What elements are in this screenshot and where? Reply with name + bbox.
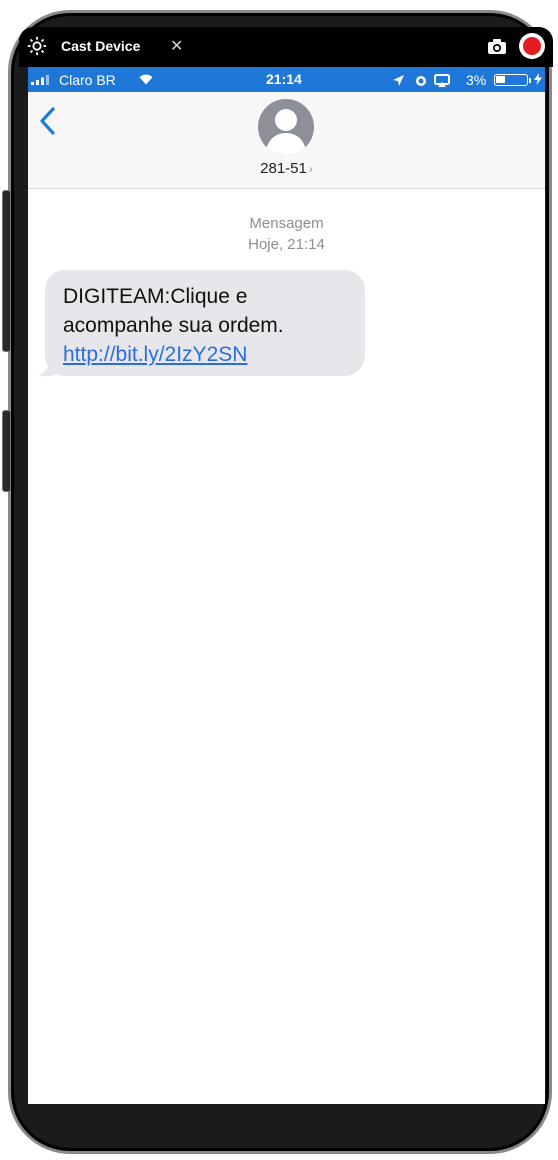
message-link[interactable]: http://bit.ly/2IzY2SN xyxy=(63,340,351,369)
volume-button xyxy=(2,190,11,352)
charging-icon xyxy=(534,73,542,85)
battery-percent: 3% xyxy=(466,72,487,88)
close-icon[interactable]: ✕ xyxy=(170,36,183,56)
status-bar: Claro BR 21:14 3% xyxy=(28,67,545,92)
phone-screen: Claro BR 21:14 3% 281-51 › Mensagem Hoje… xyxy=(28,67,545,1104)
message-text-line: acompanhe sua ordem. xyxy=(63,314,284,337)
power-button xyxy=(2,410,11,492)
signal-icon xyxy=(31,75,49,85)
chevron-right-icon: › xyxy=(308,162,313,176)
battery-icon xyxy=(494,74,531,86)
person-icon xyxy=(265,109,307,155)
status-icons xyxy=(393,74,450,87)
message-text-line: DIGITEAM:Clique e xyxy=(63,285,248,308)
message-label: Mensagem xyxy=(249,215,324,232)
message-meta: Mensagem Hoje, 21:14 xyxy=(28,213,545,255)
status-time: 21:14 xyxy=(266,71,302,87)
gear-icon[interactable] xyxy=(26,35,48,57)
message-bubble[interactable]: DIGITEAM:Clique e acompanhe sua ordem. h… xyxy=(45,270,365,376)
conversation-header: 281-51 › xyxy=(28,92,545,189)
screen-mirroring-icon xyxy=(434,74,450,87)
wifi-icon xyxy=(139,74,153,85)
record-icon[interactable] xyxy=(519,33,545,59)
phone-chin xyxy=(28,1104,545,1134)
contact-name-button[interactable]: 281-51 › xyxy=(28,160,545,177)
message-timestamp: Hoje, 21:14 xyxy=(248,236,325,253)
carrier-name: Claro BR xyxy=(59,72,116,88)
location-icon xyxy=(393,75,404,86)
cast-device-bar: Cast Device ✕ xyxy=(19,27,553,67)
camera-icon[interactable] xyxy=(487,38,507,55)
contact-avatar[interactable] xyxy=(258,99,314,155)
cast-device-title: Cast Device xyxy=(61,38,141,54)
contact-number: 281-51 xyxy=(260,160,307,177)
back-icon[interactable] xyxy=(38,106,58,136)
alarm-icon xyxy=(416,76,426,86)
